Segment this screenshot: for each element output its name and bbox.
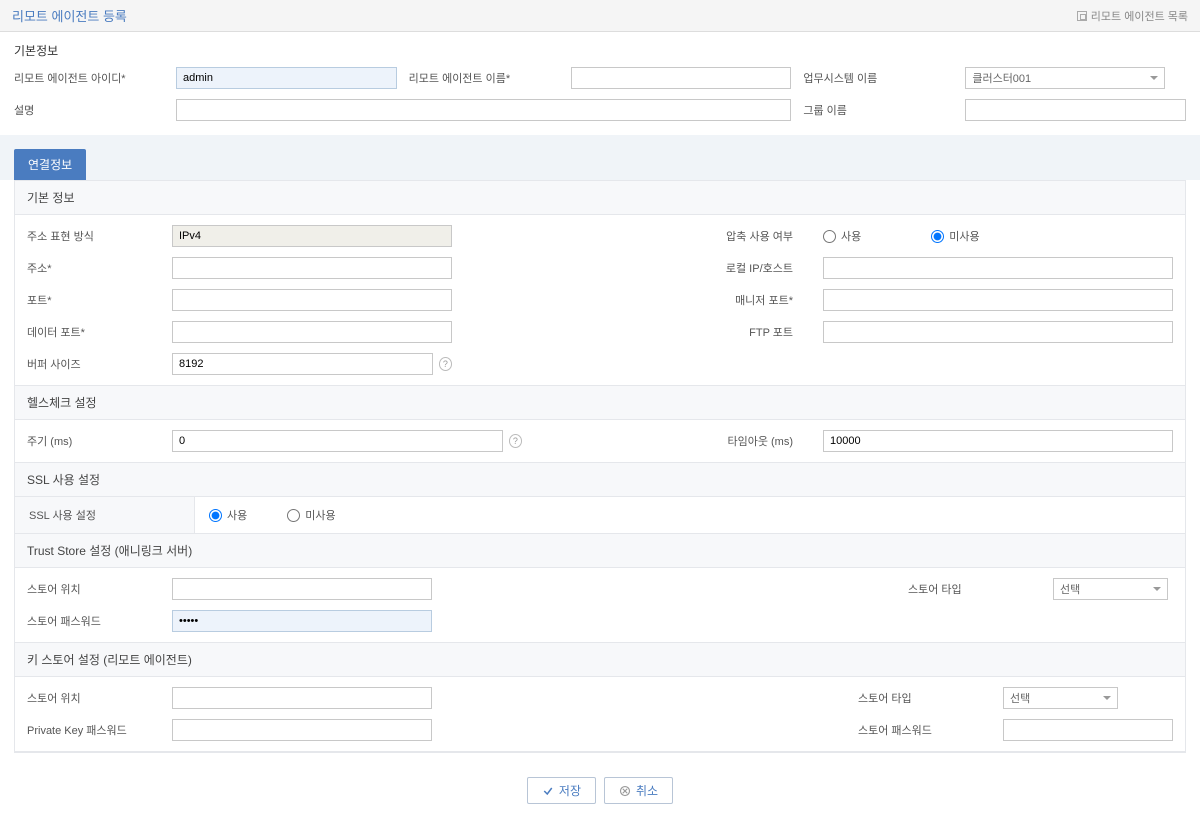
ssl-nouse-radio[interactable]: 미사용 <box>287 507 335 523</box>
save-label: 저장 <box>559 782 581 799</box>
description-input[interactable] <box>176 99 791 121</box>
address-input[interactable] <box>172 257 452 279</box>
biz-system-select[interactable]: 클러스터001 <box>965 67 1165 89</box>
biz-system-label: 업무시스템 이름 <box>803 70 953 86</box>
ts-type-select[interactable]: 선택 <box>1053 578 1168 600</box>
ssl-title: SSL 사용 설정 <box>15 463 1185 496</box>
data-port-label: 데이터 포트* <box>27 324 162 340</box>
list-link[interactable]: 리모트 에이전트 목록 <box>1077 8 1188 24</box>
timeout-input[interactable] <box>823 430 1173 452</box>
list-link-label: 리모트 에이전트 목록 <box>1091 8 1188 24</box>
buffer-size-label: 버퍼 사이즈 <box>27 356 162 372</box>
ts-location-label: 스토어 위치 <box>27 581 162 597</box>
biz-system-value: 클러스터001 <box>972 70 1031 86</box>
chevron-down-icon <box>1103 696 1111 700</box>
compress-label: 압축 사용 여부 <box>726 228 813 244</box>
agent-id-input[interactable] <box>176 67 397 89</box>
addr-expr-input <box>172 225 452 247</box>
ks-pk-password-label: Private Key 패스워드 <box>27 722 162 738</box>
port-input[interactable] <box>172 289 452 311</box>
ssl-use-radio[interactable]: 사용 <box>209 507 247 523</box>
cancel-button[interactable]: 취소 <box>604 777 673 804</box>
ks-type-label: 스토어 타입 <box>858 690 993 706</box>
healthcheck-title: 헬스체크 설정 <box>15 386 1185 419</box>
ts-password-label: 스토어 패스워드 <box>27 613 162 629</box>
ts-location-input[interactable] <box>172 578 432 600</box>
basic-info-title: 기본정보 <box>0 32 1200 67</box>
group-name-label: 그룹 이름 <box>803 102 953 118</box>
chevron-down-icon <box>1150 76 1158 80</box>
compress-use-radio[interactable]: 사용 <box>823 228 861 244</box>
period-input[interactable] <box>172 430 503 452</box>
description-label: 설명 <box>14 102 164 118</box>
ftp-port-label: FTP 포트 <box>749 324 813 340</box>
ks-store-password-label: 스토어 패스워드 <box>858 722 993 738</box>
ftp-port-input[interactable] <box>823 321 1173 343</box>
manager-port-label: 매니저 포트* <box>735 292 813 308</box>
tab-connection-info[interactable]: 연결정보 <box>14 149 86 180</box>
truststore-body: 스토어 위치 스토어 타입 선택 스토어 패스워드 <box>15 567 1185 643</box>
local-ip-label: 로컬 IP/호스트 <box>726 260 813 276</box>
basic-info-form: 리모트 에이전트 아이디* 리모트 에이전트 이름* 업무시스템 이름 클러스터… <box>0 67 1200 135</box>
keystore-body: 스토어 위치 스토어 타입 선택 Private Key 패스워드 스토어 패스… <box>15 676 1185 752</box>
data-port-input[interactable] <box>172 321 452 343</box>
save-button[interactable]: 저장 <box>527 777 596 804</box>
connection-panel: 기본 정보 주소 표현 방식 압축 사용 여부 사용 미사용 주소* 로컬 IP… <box>14 180 1186 753</box>
ssl-radio-group: 사용 미사용 <box>209 507 1171 523</box>
chevron-down-icon <box>1153 587 1161 591</box>
header-bar: 리모트 에이전트 등록 리모트 에이전트 목록 <box>0 0 1200 32</box>
ssl-row-label: SSL 사용 설정 <box>15 497 195 533</box>
ks-store-password-input[interactable] <box>1003 719 1173 741</box>
agent-id-label: 리모트 에이전트 아이디* <box>14 70 164 86</box>
healthcheck-body: 주기 (ms) ? 타임아웃 (ms) <box>15 419 1185 463</box>
port-label: 포트* <box>27 292 162 308</box>
ts-password-input[interactable] <box>172 610 432 632</box>
tab-row: 연결정보 <box>0 135 1200 180</box>
ks-pk-password-input[interactable] <box>172 719 432 741</box>
button-bar: 저장 취소 <box>0 767 1200 820</box>
help-icon[interactable]: ? <box>439 357 452 371</box>
ts-type-label: 스토어 타입 <box>908 581 1043 597</box>
ks-location-label: 스토어 위치 <box>27 690 162 706</box>
truststore-title: Trust Store 설정 (애니링크 서버) <box>15 534 1185 567</box>
cancel-icon <box>619 785 631 797</box>
ks-location-input[interactable] <box>172 687 432 709</box>
addr-expr-label: 주소 표현 방식 <box>27 228 162 244</box>
check-icon <box>542 785 554 797</box>
group-name-input[interactable] <box>965 99 1186 121</box>
address-label: 주소* <box>27 260 162 276</box>
cancel-label: 취소 <box>636 782 658 799</box>
local-ip-input[interactable] <box>823 257 1173 279</box>
period-label: 주기 (ms) <box>27 433 162 449</box>
list-icon <box>1077 11 1087 21</box>
conn-basic-body: 주소 표현 방식 압축 사용 여부 사용 미사용 주소* 로컬 IP/호스트 포… <box>15 214 1185 386</box>
agent-name-label: 리모트 에이전트 이름* <box>409 70 559 86</box>
help-icon[interactable]: ? <box>509 434 522 448</box>
compress-radio-group: 사용 미사용 <box>823 228 1173 244</box>
keystore-title: 키 스토어 설정 (리모트 에이전트) <box>15 643 1185 676</box>
page-title: 리모트 에이전트 등록 <box>12 6 127 25</box>
timeout-label: 타임아웃 (ms) <box>727 433 813 449</box>
conn-basic-title: 기본 정보 <box>15 181 1185 214</box>
ts-type-value: 선택 <box>1060 581 1080 597</box>
ks-type-select[interactable]: 선택 <box>1003 687 1118 709</box>
manager-port-input[interactable] <box>823 289 1173 311</box>
ssl-body: SSL 사용 설정 사용 미사용 <box>15 496 1185 534</box>
buffer-size-input[interactable] <box>172 353 433 375</box>
agent-name-input[interactable] <box>571 67 792 89</box>
compress-nouse-radio[interactable]: 미사용 <box>931 228 979 244</box>
ks-type-value: 선택 <box>1010 690 1030 706</box>
